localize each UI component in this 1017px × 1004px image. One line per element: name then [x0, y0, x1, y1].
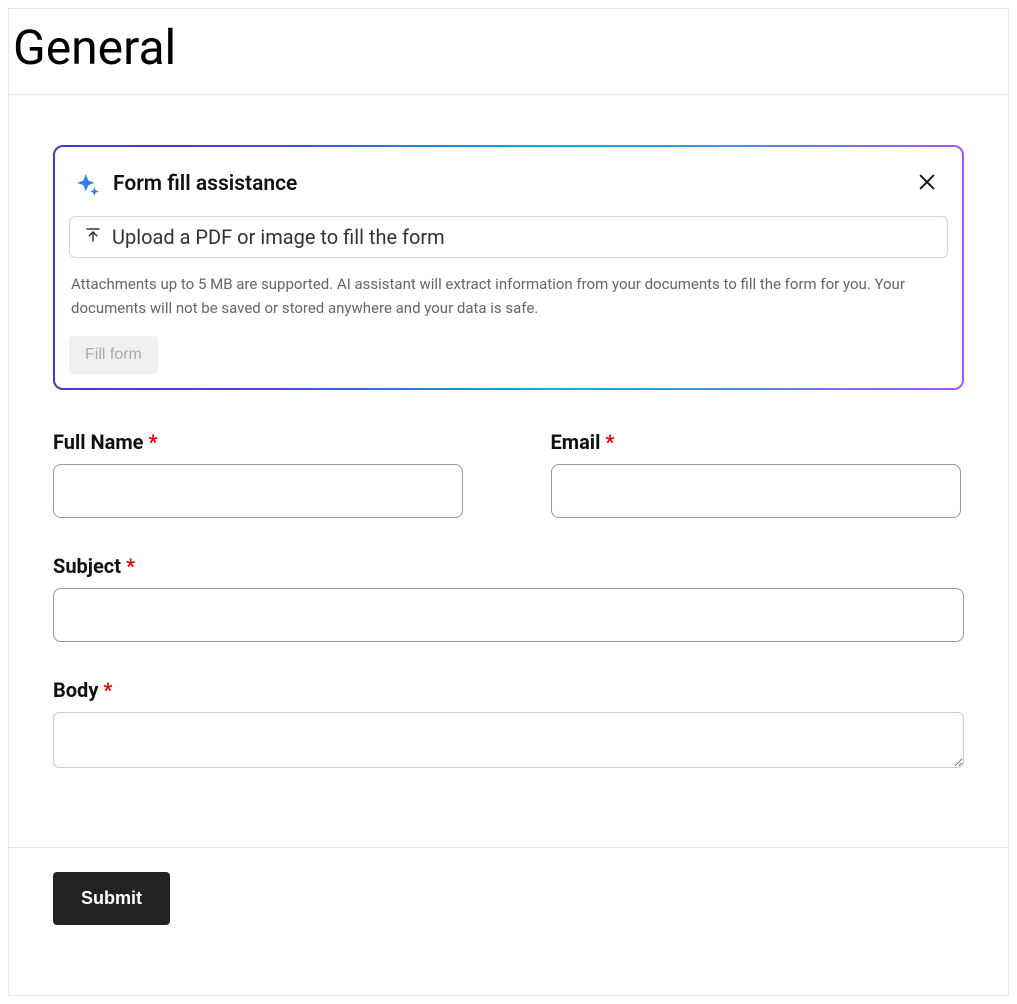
- required-indicator: *: [605, 430, 614, 454]
- assistance-title: Form fill assistance: [113, 172, 297, 196]
- form-content: Form fill assistance: [9, 95, 1008, 995]
- subject-field-group: Subject *: [53, 554, 964, 642]
- full-name-label: Full Name *: [53, 430, 158, 454]
- assistance-inner: Form fill assistance: [55, 147, 962, 388]
- required-indicator: *: [126, 554, 135, 578]
- full-name-field-group: Full Name *: [53, 430, 467, 518]
- form-container: General Form fill assistance: [8, 8, 1009, 996]
- required-indicator: *: [148, 430, 157, 454]
- body-label-text: Body: [53, 678, 98, 702]
- page-title: General: [9, 9, 1008, 95]
- assistance-header-left: Form fill assistance: [75, 172, 297, 196]
- assistance-help-text: Attachments up to 5 MB are supported. AI…: [69, 272, 948, 320]
- upload-file-box[interactable]: Upload a PDF or image to fill the form: [69, 216, 948, 258]
- upload-icon: [84, 226, 102, 248]
- subject-input[interactable]: [53, 588, 964, 642]
- upload-label: Upload a PDF or image to fill the form: [112, 225, 445, 249]
- submit-area: Submit: [53, 848, 964, 955]
- form-fill-assistance-panel: Form fill assistance: [53, 145, 964, 390]
- fill-form-button[interactable]: Fill form: [69, 336, 158, 374]
- email-label-text: Email: [551, 430, 601, 454]
- email-input[interactable]: [551, 464, 961, 518]
- full-name-label-text: Full Name: [53, 430, 143, 454]
- subject-label: Subject *: [53, 554, 135, 578]
- body-label: Body *: [53, 678, 112, 702]
- divider: [9, 808, 1008, 848]
- full-name-input[interactable]: [53, 464, 463, 518]
- subject-label-text: Subject: [53, 554, 121, 578]
- form-row-name-email: Full Name * Email *: [53, 430, 964, 518]
- close-assistance-button[interactable]: [912, 167, 942, 200]
- close-icon: [916, 171, 938, 196]
- required-indicator: *: [103, 678, 112, 702]
- assistance-header: Form fill assistance: [69, 167, 948, 200]
- body-field-group: Body *: [53, 678, 964, 772]
- email-field-group: Email *: [551, 430, 965, 518]
- submit-button[interactable]: Submit: [53, 872, 170, 925]
- sparkle-icon: [75, 172, 99, 196]
- body-textarea[interactable]: [53, 712, 964, 768]
- email-label: Email *: [551, 430, 615, 454]
